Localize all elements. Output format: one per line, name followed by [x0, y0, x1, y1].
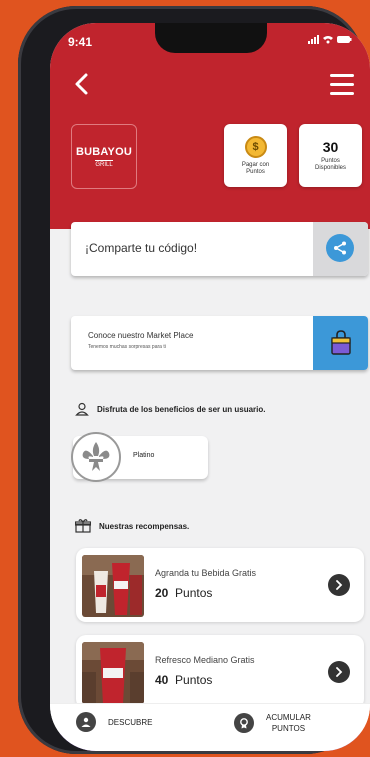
- marketplace-subtitle: Tenemos muchas sorpresas para ti: [88, 344, 166, 350]
- medal-icon: [234, 713, 254, 733]
- marketplace-title: Conoce nuestro Market Place: [88, 331, 194, 340]
- pay-points-label-1: Pagar con: [241, 161, 270, 168]
- pay-with-points-button[interactable]: $ Pagar con Puntos: [224, 124, 287, 187]
- brand-logo: BUBAYOU GRILL: [71, 124, 137, 189]
- rewards-section-title: Nuestras recompensas.: [74, 519, 190, 535]
- reward-title: Refresco Mediano Gratis: [155, 655, 255, 665]
- chevron-right-icon[interactable]: [328, 661, 350, 683]
- points-label-1: Puntos: [321, 158, 340, 164]
- membership-level-card[interactable]: Platino: [71, 432, 208, 482]
- header: 9:41 BUBAYOU GRILL $ Pagar con Puntos 30…: [50, 23, 370, 229]
- reward-points-value: 20: [155, 586, 169, 600]
- chevron-right-icon[interactable]: [328, 574, 350, 596]
- rewards-title-text: Nuestras recompensas.: [99, 522, 190, 532]
- phone-frame: 9:41 BUBAYOU GRILL $ Pagar con Puntos 30…: [18, 6, 370, 754]
- dollar-coin-icon: $: [244, 135, 267, 158]
- reward-points: 40 Puntos: [155, 673, 212, 687]
- share-button[interactable]: [313, 222, 368, 276]
- shopping-bag-icon[interactable]: [313, 316, 368, 370]
- nav-accumulate-label-1: ACUMULAR: [266, 713, 311, 722]
- benefits-title-text: Disfruta de los beneficios de ser un usu…: [97, 405, 266, 415]
- share-icon: [326, 234, 354, 262]
- bottom-navigation: DESCUBRE ACUMULAR PUNTOS: [50, 703, 370, 751]
- nav-discover[interactable]: DESCUBRE: [76, 712, 152, 732]
- points-label-2: Disponibles: [314, 165, 347, 171]
- nav-discover-label: DESCUBRE: [108, 717, 153, 727]
- nav-accumulate-label: ACUMULAR PUNTOS: [266, 712, 311, 734]
- points-value: 30: [322, 139, 339, 155]
- reward-photo: [82, 642, 144, 704]
- signal-wifi-battery-icon: [308, 35, 352, 44]
- logo-text: BUBAYOU: [75, 145, 132, 158]
- user-icon: [75, 402, 89, 418]
- status-icons: [308, 34, 352, 48]
- reward-points-unit: Puntos: [175, 586, 213, 600]
- available-points-card[interactable]: 30 Puntos Disponibles: [299, 124, 362, 187]
- notch: [155, 23, 267, 53]
- reward-item[interactable]: Refresco Mediano Gratis 40 Puntos: [76, 635, 364, 709]
- reward-photo: [82, 555, 144, 617]
- fleur-de-lis-icon: [71, 432, 121, 482]
- benefits-section-title: Disfruta de los beneficios de ser un usu…: [75, 402, 265, 418]
- reward-item[interactable]: Agranda tu Bebida Gratis 20 Puntos: [76, 548, 364, 622]
- reward-points-value: 40: [155, 673, 169, 687]
- nav-accumulate-points[interactable]: ACUMULAR PUNTOS: [234, 712, 311, 734]
- reward-points-unit: Puntos: [175, 673, 213, 687]
- status-time: 9:41: [68, 35, 93, 49]
- discover-icon: [76, 712, 96, 732]
- pay-points-label-2: Puntos: [246, 168, 265, 175]
- reward-points: 20 Puntos: [155, 586, 212, 600]
- marketplace-banner[interactable]: Conoce nuestro Market Place Tenemos much…: [71, 316, 368, 370]
- back-arrow-icon[interactable]: [70, 71, 96, 97]
- gift-icon: [74, 519, 92, 535]
- share-code-text: ¡Comparte tu código!: [85, 241, 198, 255]
- reward-title: Agranda tu Bebida Gratis: [155, 568, 257, 578]
- logo-subtext: GRILL: [95, 159, 113, 168]
- hamburger-menu-icon[interactable]: [330, 74, 354, 96]
- app-screen: 9:41 BUBAYOU GRILL $ Pagar con Puntos 30…: [50, 23, 370, 751]
- nav-accumulate-label-2: PUNTOS: [271, 724, 306, 733]
- share-code-bar[interactable]: ¡Comparte tu código!: [71, 222, 368, 276]
- level-name: Platino: [133, 452, 155, 459]
